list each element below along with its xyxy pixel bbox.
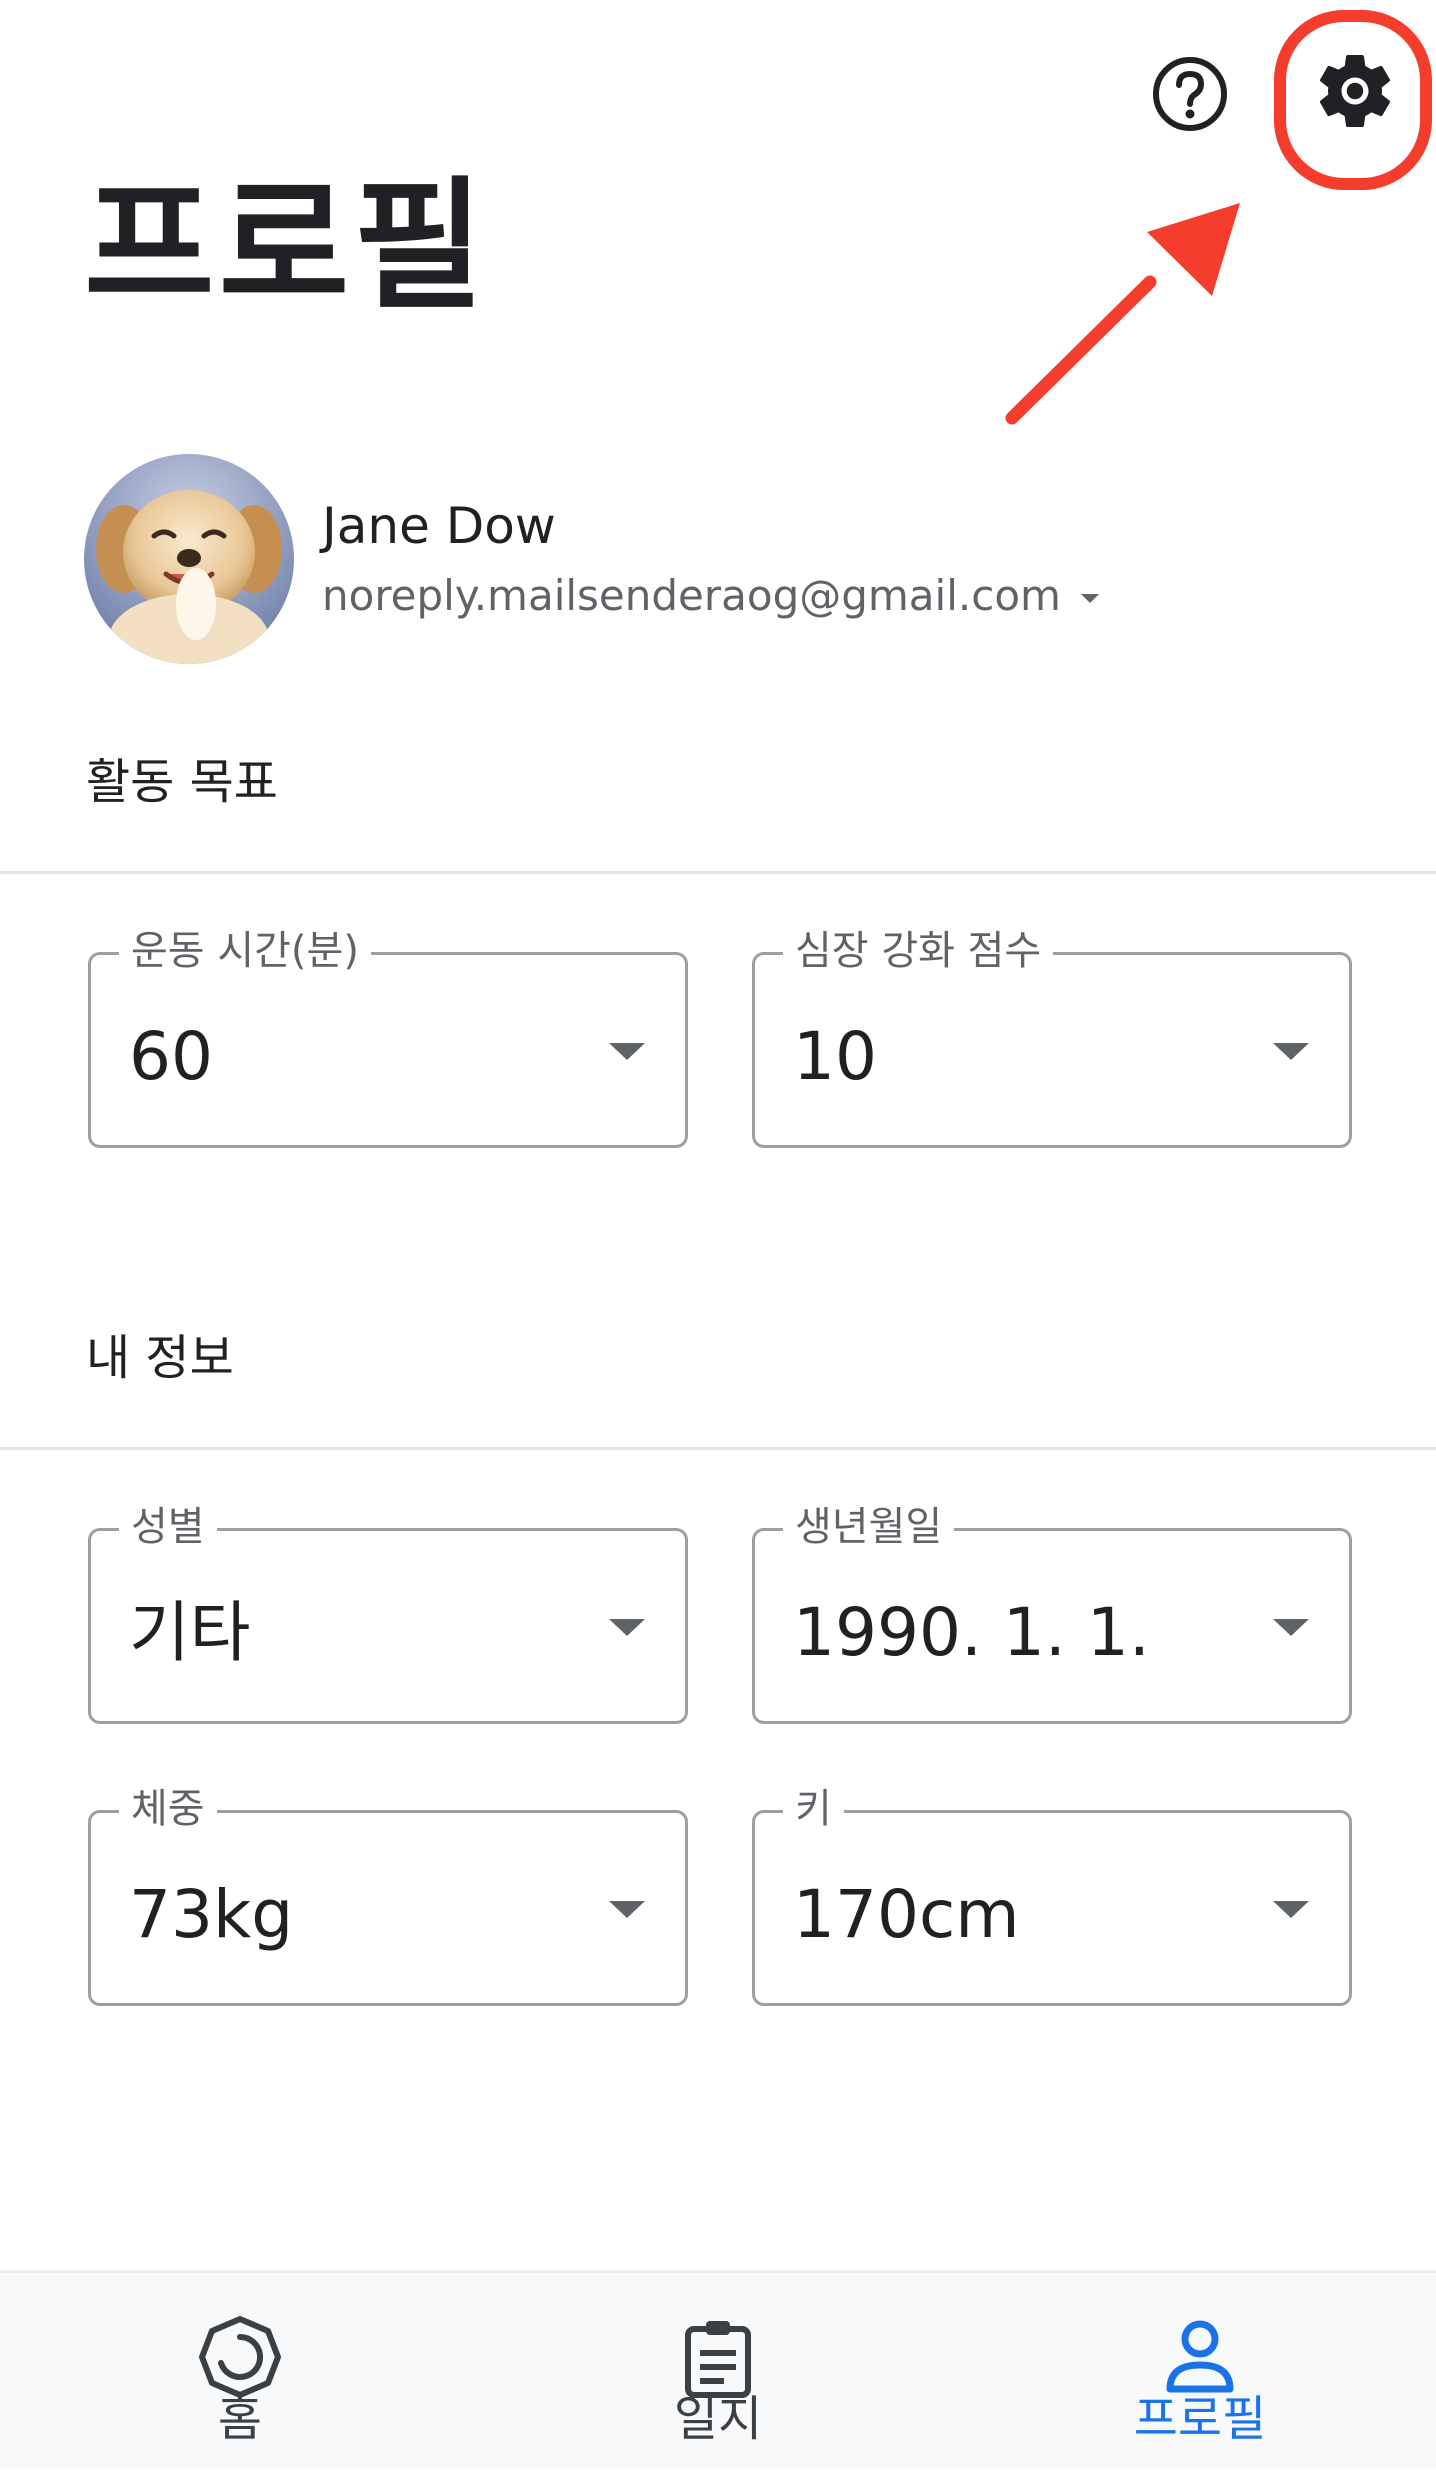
field-value: 10 [793,1018,877,1095]
page-title: 프로필 [84,164,488,329]
exercise-minutes-dropdown[interactable]: 운동 시간(분) 60 [88,925,688,1148]
nav-label: 일지 [673,2391,763,2447]
divider [0,871,1436,874]
nav-item-profile[interactable]: 프로필 [1050,2273,1350,2471]
avatar[interactable] [84,454,294,664]
weight-dropdown[interactable]: 체중 73kg [88,1783,688,2006]
bottom-navigation: 홈 일지 프로필 [0,2270,1436,2468]
field-value: 60 [129,1018,213,1095]
help-circle-icon [1153,57,1227,131]
dropdown-arrow-icon [1273,1901,1309,1918]
nav-item-journal[interactable]: 일지 [568,2273,868,2471]
nav-item-home[interactable]: 홈 [90,2273,390,2471]
heart-points-dropdown[interactable]: 심장 강화 점수 10 [752,925,1352,1148]
account-name: Jane Dow [322,497,556,555]
section-title-my-info: 내 정보 [86,1330,234,1386]
profile-person-icon [1166,2320,1234,2393]
settings-highlight-ring [1274,10,1432,190]
field-label: 심장 강화 점수 [783,925,1054,977]
field-value: 170cm [793,1876,1020,1953]
account-switcher[interactable]: noreply.mailsenderaog@gmail.com [322,566,1099,626]
height-dropdown[interactable]: 키 170cm [752,1783,1352,2006]
divider [0,1447,1436,1450]
dropdown-arrow-icon [609,1043,645,1060]
field-label: 키 [783,1783,844,1835]
home-ring-icon [199,2316,281,2398]
puppy-avatar-image [84,454,294,664]
help-button[interactable] [1148,52,1232,136]
field-value: 기타 [129,1594,251,1671]
dropdown-arrow-icon [609,1619,645,1636]
dropdown-arrow-icon [609,1901,645,1918]
nav-label: 홈 [217,2391,263,2447]
nav-label: 프로필 [1133,2391,1267,2447]
gender-dropdown[interactable]: 성별 기타 [88,1501,688,1724]
field-label: 생년월일 [783,1501,955,1553]
account-email: noreply.mailsenderaog@gmail.com [322,571,1061,620]
chevron-down-icon [1080,593,1099,603]
journal-clipboard-icon [685,2321,751,2398]
field-value: 1990. 1. 1. [793,1594,1150,1671]
section-title-activity-goals: 활동 목표 [86,754,278,810]
field-label: 체중 [119,1783,217,1835]
field-label: 성별 [119,1501,217,1553]
field-value: 73kg [129,1876,294,1953]
birthdate-dropdown[interactable]: 생년월일 1990. 1. 1. [752,1501,1352,1724]
field-label: 운동 시간(분) [119,925,371,977]
dropdown-arrow-icon [1273,1043,1309,1060]
dropdown-arrow-icon [1273,1619,1309,1636]
